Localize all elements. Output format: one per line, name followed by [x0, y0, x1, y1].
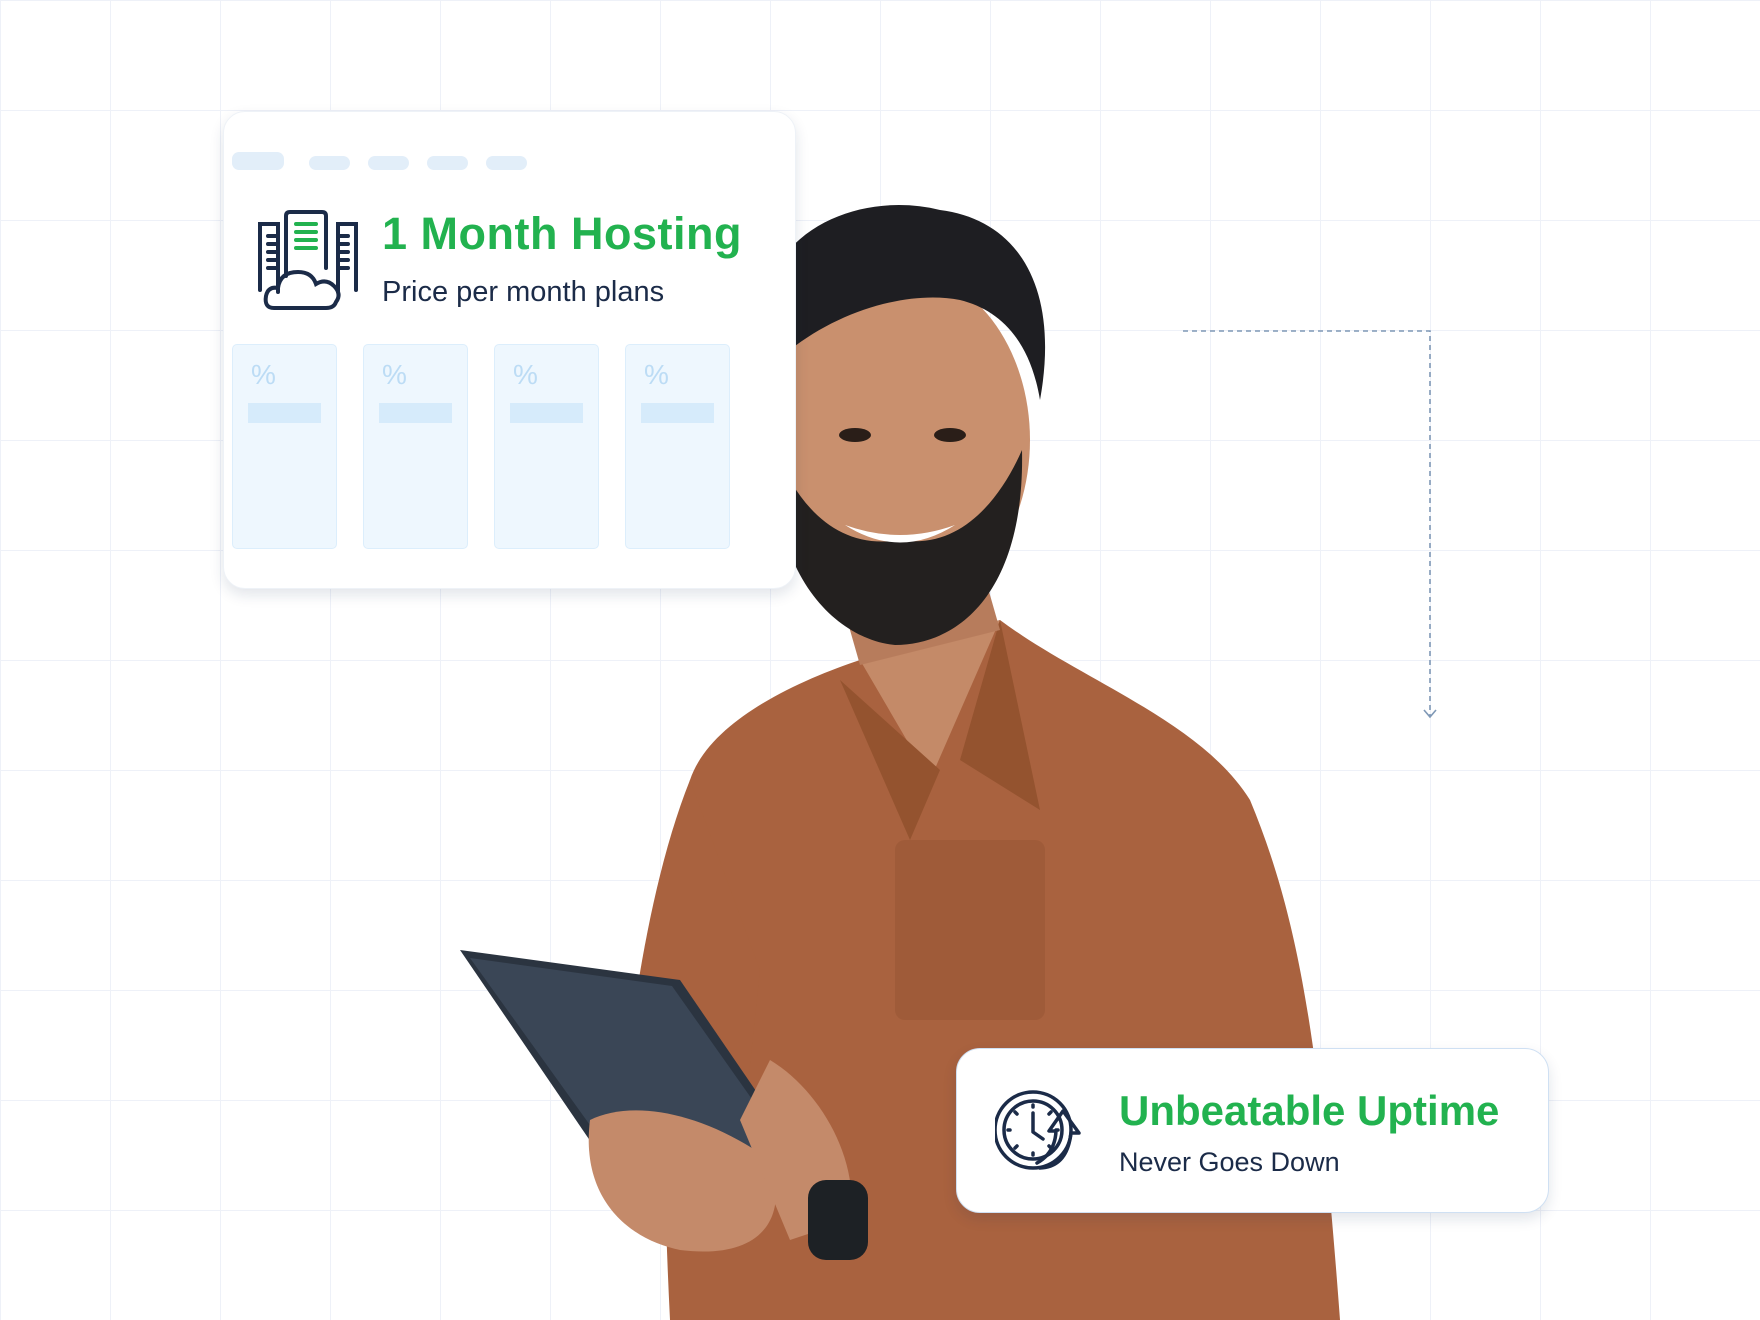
uptime-title: Unbeatable Uptime: [1119, 1087, 1500, 1134]
percent-icon: %: [644, 359, 669, 390]
server-cloud-icon: [258, 210, 358, 310]
percent-icon: %: [382, 359, 407, 390]
hosting-title: 1 Month Hosting: [382, 208, 742, 259]
uptime-subtitle: Never Goes Down: [1119, 1147, 1340, 1177]
plan-placeholder-card: %: [363, 344, 468, 549]
tab-placeholder: [309, 156, 350, 170]
plan-placeholder-card: %: [494, 344, 599, 549]
price-placeholder-bar: [510, 403, 583, 423]
hosting-subtitle: Price per month plans: [382, 276, 665, 308]
wristwatch: [808, 1180, 868, 1260]
tab-placeholder: [368, 156, 409, 170]
price-placeholder-bar: [248, 403, 321, 423]
tab-placeholder: [427, 156, 468, 170]
price-placeholder-bar: [641, 403, 714, 423]
percent-icon: %: [251, 359, 276, 390]
clock-refresh-icon: [995, 1090, 1081, 1170]
price-placeholder-bar: [379, 403, 452, 423]
uptime-card: Unbeatable Uptime Never Goes Down: [956, 1048, 1549, 1213]
plan-placeholder-card: %: [232, 344, 337, 549]
hosting-plan-card: 1 Month Hosting Price per month plans % …: [223, 111, 796, 589]
tab-placeholder: [232, 152, 284, 170]
percent-icon: %: [513, 359, 538, 390]
plan-placeholder-card: %: [625, 344, 730, 549]
tab-placeholder: [486, 156, 527, 170]
shirt-pocket: [895, 840, 1045, 1020]
